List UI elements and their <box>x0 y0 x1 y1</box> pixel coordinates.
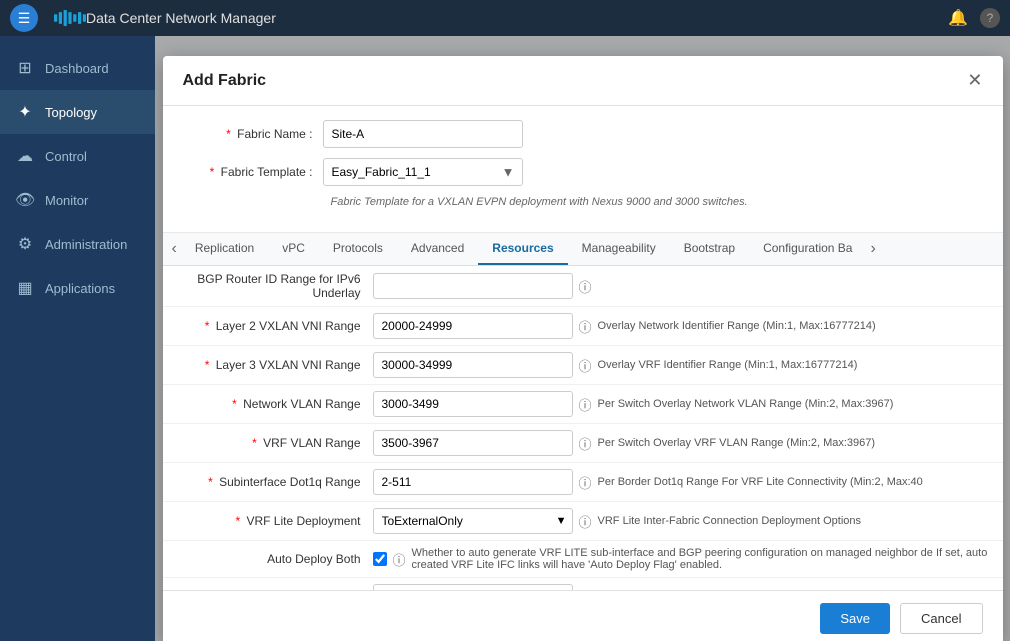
fabric-name-row: * Fabric Name : <box>183 120 983 148</box>
modal-footer: Save Cancel <box>163 590 1003 641</box>
sidebar-label-apps: Applications <box>45 281 115 296</box>
tab-resources[interactable]: Resources <box>478 233 567 265</box>
info-text: Whether to auto generate VRF LITE sub-in… <box>412 547 1003 571</box>
notification-icon[interactable]: 🔔 <box>948 8 968 28</box>
modal-header: Add Fabric ✕ <box>163 56 1003 106</box>
info-icon[interactable]: ⓘ <box>579 395 592 414</box>
tab-next-button[interactable]: › <box>866 234 879 264</box>
l3-vxlan-input[interactable] <box>373 352 573 378</box>
modal-title: Add Fabric <box>183 72 267 90</box>
required-star: * <box>226 127 231 141</box>
row-label: BGP Router ID Range for IPv6 Underlay <box>163 272 373 300</box>
info-text: Overlay VRF Identifier Range (Min:1, Max… <box>598 359 1003 371</box>
subinterface-input[interactable] <box>373 469 573 495</box>
info-icon[interactable]: ⓘ <box>579 317 592 336</box>
control-icon: ☁ <box>15 146 35 166</box>
tab-protocols[interactable]: Protocols <box>319 233 397 265</box>
sidebar-label-admin: Administration <box>45 237 127 252</box>
table-row: * VRF VLAN Range ⓘ Per Switch Overlay VR… <box>163 424 1003 463</box>
info-icon[interactable]: ⓘ <box>393 550 406 569</box>
info-icon[interactable]: ⓘ <box>579 277 592 296</box>
row-label: * Layer 2 VXLAN VNI Range <box>163 319 373 333</box>
table-row: * Layer 3 VXLAN VNI Range ⓘ Overlay VRF … <box>163 346 1003 385</box>
fabric-template-label: * Fabric Template : <box>183 165 323 179</box>
row-label: * Subinterface Dot1q Range <box>163 475 373 489</box>
info-text: Overlay Network Identifier Range (Min:1,… <box>598 320 1003 332</box>
fabric-name-label: * Fabric Name : <box>183 127 323 141</box>
table-row: * Subinterface Dot1q Range ⓘ Per Border … <box>163 463 1003 502</box>
sidebar-item-monitor[interactable]: 👁 Monitor <box>0 178 155 222</box>
vrf-vlan-input[interactable] <box>373 430 573 456</box>
tab-vpc[interactable]: vPC <box>268 233 319 265</box>
sidebar-item-administration[interactable]: ⚙ Administration <box>0 222 155 266</box>
modal-overlay: Add Fabric ✕ * Fabric Name : * <box>155 36 1010 641</box>
fabric-template-hint: Fabric Template for a VXLAN EVPN deploym… <box>331 196 748 208</box>
vrf-lite-select-wrap: ToExternalOnly ▼ <box>373 508 573 534</box>
tab-replication[interactable]: Replication <box>181 233 268 265</box>
resources-table: BGP Router ID Range for IPv6 Underlay ⓘ … <box>163 266 1003 590</box>
auto-deploy-checkbox[interactable] <box>373 552 387 566</box>
sidebar-item-control[interactable]: ☁ Control <box>0 134 155 178</box>
fabric-template-select-wrap: Easy_Fabric_11_1 ▼ <box>323 158 523 186</box>
row-label: Auto Deploy Both <box>163 552 373 566</box>
row-label: * VRF VLAN Range <box>163 436 373 450</box>
row-label: * Layer 3 VXLAN VNI Range <box>163 358 373 372</box>
content-area: Add Fabric ✕ * Fabric Name : * <box>155 36 1010 641</box>
row-label: * VRF Lite Deployment <box>163 514 373 528</box>
tab-bootstrap[interactable]: Bootstrap <box>670 233 749 265</box>
info-icon[interactable]: ⓘ <box>579 356 592 375</box>
hamburger-icon[interactable]: ☰ <box>10 4 38 32</box>
vrf-lite-select[interactable]: ToExternalOnly <box>373 508 573 534</box>
help-icon[interactable]: ? <box>980 8 1000 28</box>
sidebar: ⊞ Dashboard ✦ Topology ☁ Control 👁 Monit… <box>0 36 155 641</box>
info-text: Per Switch Overlay Network VLAN Range (M… <box>598 398 1003 410</box>
table-row: * VRF Lite Subnet IP Range ⓘ Address ran… <box>163 578 1003 590</box>
info-icon[interactable]: ⓘ <box>579 434 592 453</box>
sidebar-label-control: Control <box>45 149 87 164</box>
apps-icon: ▦ <box>15 278 35 298</box>
bgp-router-id-input[interactable] <box>373 273 573 299</box>
sidebar-item-applications[interactable]: ▦ Applications <box>0 266 155 310</box>
fabric-name-input[interactable] <box>323 120 523 148</box>
tab-manageability[interactable]: Manageability <box>568 233 670 265</box>
fabric-form: * Fabric Name : * Fabric Template : Easy <box>163 106 1003 233</box>
sidebar-label-topology: Topology <box>45 105 97 120</box>
table-row: * VRF Lite Deployment ToExternalOnly ▼ ⓘ… <box>163 502 1003 541</box>
sidebar-label-dashboard: Dashboard <box>45 61 109 76</box>
info-icon[interactable]: ⓘ <box>579 473 592 492</box>
table-row: BGP Router ID Range for IPv6 Underlay ⓘ <box>163 266 1003 307</box>
dashboard-icon: ⊞ <box>15 58 35 78</box>
row-label: * Network VLAN Range <box>163 397 373 411</box>
sidebar-item-dashboard[interactable]: ⊞ Dashboard <box>0 46 155 90</box>
table-row: Auto Deploy Both ⓘ Whether to auto gener… <box>163 541 1003 578</box>
tabs-container: ‹ Replication vPC Protocols Advanced Res… <box>163 233 1003 266</box>
top-bar: ☰ Data Center Network Manager 🔔 ? <box>0 0 1010 36</box>
info-icon[interactable]: ⓘ <box>579 512 592 531</box>
table-row: * Layer 2 VXLAN VNI Range ⓘ Overlay Netw… <box>163 307 1003 346</box>
sidebar-item-topology[interactable]: ✦ Topology <box>0 90 155 134</box>
info-text: VRF Lite Inter-Fabric Connection Deploym… <box>598 515 1003 527</box>
fabric-hint-row: Fabric Template for a VXLAN EVPN deploym… <box>183 196 983 208</box>
app-title: Data Center Network Manager <box>86 10 276 26</box>
admin-icon: ⚙ <box>15 234 35 254</box>
cancel-button[interactable]: Cancel <box>900 603 982 634</box>
tab-advanced[interactable]: Advanced <box>397 233 478 265</box>
info-text: Per Switch Overlay VRF VLAN Range (Min:2… <box>598 437 1003 449</box>
close-button[interactable]: ✕ <box>967 70 982 91</box>
network-vlan-input[interactable] <box>373 391 573 417</box>
save-button[interactable]: Save <box>820 603 890 634</box>
add-fabric-modal: Add Fabric ✕ * Fabric Name : * <box>163 56 1003 641</box>
monitor-icon: 👁 <box>15 190 35 210</box>
auto-deploy-cell <box>373 552 387 566</box>
topology-icon: ✦ <box>15 102 35 122</box>
tab-prev-button[interactable]: ‹ <box>168 234 181 264</box>
tab-config-backup[interactable]: Configuration Ba <box>749 233 866 265</box>
sidebar-label-monitor: Monitor <box>45 193 88 208</box>
l2-vxlan-input[interactable] <box>373 313 573 339</box>
table-row: * Network VLAN Range ⓘ Per Switch Overla… <box>163 385 1003 424</box>
info-text: Per Border Dot1q Range For VRF Lite Conn… <box>598 476 1003 488</box>
fabric-template-row: * Fabric Template : Easy_Fabric_11_1 ▼ <box>183 158 983 186</box>
cisco-logo <box>54 8 86 28</box>
fabric-template-select[interactable]: Easy_Fabric_11_1 <box>323 158 523 186</box>
